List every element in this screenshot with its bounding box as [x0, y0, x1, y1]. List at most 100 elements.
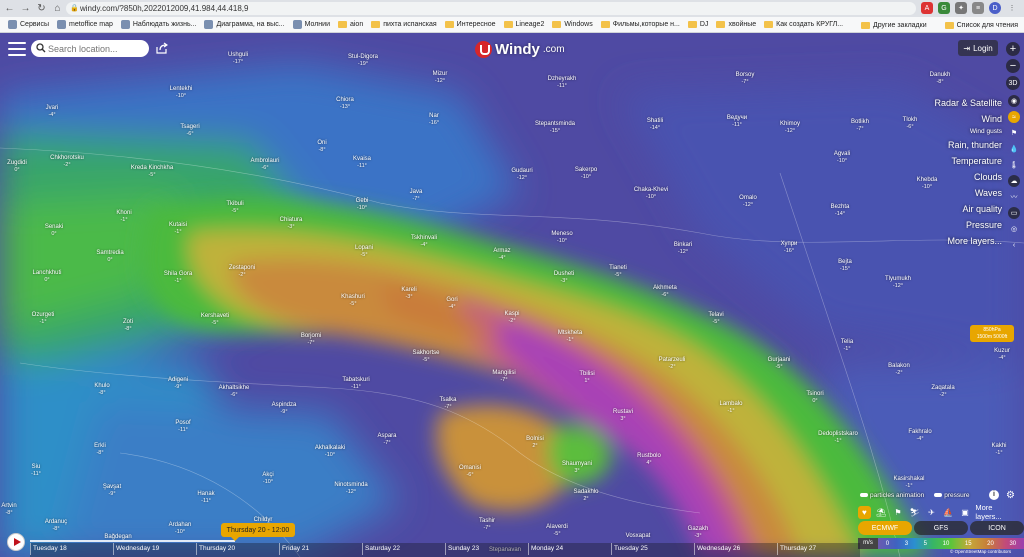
place-label[interactable]: Tskhinvali -4°	[411, 235, 437, 249]
place-label[interactable]: Armaz -4°	[493, 248, 510, 262]
share-icon[interactable]	[156, 42, 168, 54]
place-label[interactable]: Ozurgeti -1°	[32, 312, 55, 326]
place-label[interactable]: Ambrolauri -6°	[250, 158, 279, 172]
place-label[interactable]: Mizur -12°	[433, 71, 448, 85]
place-label[interactable]: Jvari -4°	[46, 105, 59, 119]
place-label[interactable]: Ninotsminda -12°	[334, 482, 367, 496]
place-label[interactable]: Binkari -12°	[674, 242, 692, 256]
search-input[interactable]	[31, 40, 149, 57]
place-label[interactable]: Ardanuç -8°	[45, 519, 67, 533]
bookmark-item[interactable]: metoffice map	[57, 20, 113, 29]
gust-flag-icon[interactable]: ⚑	[1008, 127, 1020, 139]
layer-item[interactable]: Temperature	[934, 153, 1002, 169]
place-label[interactable]: Kvaisa -11°	[353, 156, 371, 170]
place-label[interactable]: Aspindza -9°	[272, 402, 297, 416]
place-label[interactable]: Dedoplistskaro -1°	[818, 431, 858, 445]
place-label[interactable]: Lopani -5°	[355, 245, 373, 259]
rain-drop-icon[interactable]: 💧	[1008, 143, 1020, 155]
place-label[interactable]: Rustbolo 4°	[637, 453, 661, 467]
place-label[interactable]: Botlikh -7°	[851, 119, 869, 133]
profile-avatar[interactable]: D	[989, 2, 1001, 14]
air-quality-icon[interactable]: ▭	[1008, 207, 1020, 219]
place-label[interactable]: Dusheti -3°	[554, 271, 574, 285]
layer-item[interactable]: Wind	[934, 111, 1002, 127]
place-label[interactable]: Lentekhi -10°	[170, 86, 193, 100]
bookmark-item[interactable]: пихта испанская	[371, 21, 437, 28]
place-label[interactable]: Tsageri -6°	[180, 124, 199, 138]
more-layers-link[interactable]: More layers...	[975, 503, 1020, 521]
puzzle-icon[interactable]: ✦	[955, 2, 967, 14]
bookmark-item[interactable]: Lineage2	[503, 21, 544, 28]
bookmark-item[interactable]: Другие закладки	[860, 21, 927, 29]
place-label[interactable]: Kershaveti -5°	[201, 313, 229, 327]
timeline-day[interactable]: Wednesday 26	[693, 543, 740, 555]
timeline-day[interactable]: Saturday 22	[361, 543, 400, 555]
zoom-in-button[interactable]: +	[1006, 42, 1020, 56]
place-label[interactable]: Tlyumukh -12°	[885, 276, 911, 290]
media-icon[interactable]: ≡	[972, 2, 984, 14]
place-label[interactable]: Chiora -13°	[336, 97, 354, 111]
info-icon[interactable]: i	[989, 490, 999, 500]
place-label[interactable]: Ardahan -10°	[169, 522, 192, 536]
bookmark-item[interactable]: Фильмы,которые н...	[600, 21, 680, 28]
timeline-day[interactable]: Tuesday 25	[611, 543, 648, 555]
camera-icon[interactable]: ▣	[959, 506, 972, 519]
place-label[interactable]: Hanak -11°	[197, 491, 214, 505]
place-label[interactable]: Stepantsminda -15°	[535, 121, 575, 135]
place-label[interactable]: Gudauri -12°	[511, 168, 532, 182]
ski-icon[interactable]: ⛷	[908, 506, 921, 519]
place-label[interactable]: Oni -8°	[317, 140, 326, 154]
place-label[interactable]: Shila Gora -1°	[164, 271, 192, 285]
place-label[interactable]: Tianeti -5°	[609, 265, 627, 279]
place-label[interactable]: Samtredia 0°	[96, 250, 123, 264]
place-label[interactable]: Sakhortse -5°	[412, 350, 439, 364]
place-label[interactable]: Ushguli -17°	[228, 52, 248, 66]
bookmark-item[interactable]: Windows	[552, 21, 593, 28]
place-label[interactable]: Bezhta -14°	[831, 204, 850, 218]
place-label[interactable]: Mtskheta -1°	[558, 330, 582, 344]
place-label[interactable]: Stul-Digora -19°	[348, 54, 378, 68]
particles-toggle[interactable]: particles animation	[860, 492, 924, 499]
map-attribution[interactable]: © OpenStreetMap contributors	[950, 549, 1011, 554]
place-label[interactable]: Akhalkalaki -10°	[315, 445, 345, 459]
place-label[interactable]: Zestaponi -2°	[229, 265, 255, 279]
place-label[interactable]: Borsoy -7°	[736, 72, 755, 86]
cloud-icon[interactable]: ☁	[1008, 175, 1020, 187]
bookmark-item[interactable]: DJ	[687, 21, 708, 28]
model-option[interactable]: ECMWF	[858, 521, 912, 535]
place-label[interactable]: Rustavi 3°	[613, 409, 633, 423]
pressure-toggle[interactable]: pressure	[934, 492, 969, 499]
pressure-icon[interactable]: ◎	[1008, 223, 1020, 235]
bookmark-item[interactable]: Сервисы	[8, 20, 49, 29]
place-label[interactable]: Ведучи -11°	[727, 115, 747, 129]
forward-icon[interactable]: →	[19, 2, 32, 15]
bookmark-item[interactable]: Список для чтения	[944, 21, 1018, 29]
place-label[interactable]: Siu -11°	[31, 464, 41, 478]
place-label[interactable]: Chkhorotsku -2°	[50, 155, 84, 169]
bookmark-item[interactable]: Как создать КРУГЛ...	[764, 21, 843, 28]
place-label[interactable]: Posof -11°	[175, 420, 190, 434]
place-label[interactable]: Akhmeta -6°	[653, 285, 677, 299]
home-icon[interactable]: ⌂	[51, 2, 64, 15]
bookmark-item[interactable]: хвойные	[716, 21, 756, 28]
address-bar[interactable]: 🔒 windy.com/?850h,2022012009,41.984,44.4…	[66, 2, 916, 15]
wind-icon[interactable]: ≈	[1008, 111, 1020, 123]
place-label[interactable]: Vosxapat	[626, 533, 651, 540]
place-label[interactable]: Kakhi -1°	[991, 443, 1006, 457]
bookmark-item[interactable]: aion	[337, 21, 363, 28]
extension-icon[interactable]: G	[938, 2, 950, 14]
thermometer-icon[interactable]: 🌡	[1008, 159, 1020, 171]
pressure-level-badge[interactable]: 850hPa 1500m 5000ft	[970, 325, 1014, 342]
flag-icon[interactable]: ⚑	[892, 506, 905, 519]
place-label[interactable]: Lanchkhuti 0°	[32, 270, 61, 284]
place-label[interactable]: Borjomi -7°	[301, 333, 321, 347]
place-label[interactable]: Kuzur -4°	[994, 348, 1010, 362]
place-label[interactable]: Telia -1°	[841, 339, 853, 353]
bookmark-item[interactable]: Диаграмма, на выс...	[204, 20, 285, 29]
place-label[interactable]: Kaspi -2°	[504, 311, 519, 325]
place-label[interactable]: Aspara -7°	[377, 433, 396, 447]
timeline-day[interactable]: Monday 24	[527, 543, 563, 555]
place-label[interactable]: Mangilisi -7°	[492, 370, 515, 384]
place-label[interactable]: Agvali -10°	[834, 151, 850, 165]
place-label[interactable]: Shatili -14°	[647, 118, 663, 132]
